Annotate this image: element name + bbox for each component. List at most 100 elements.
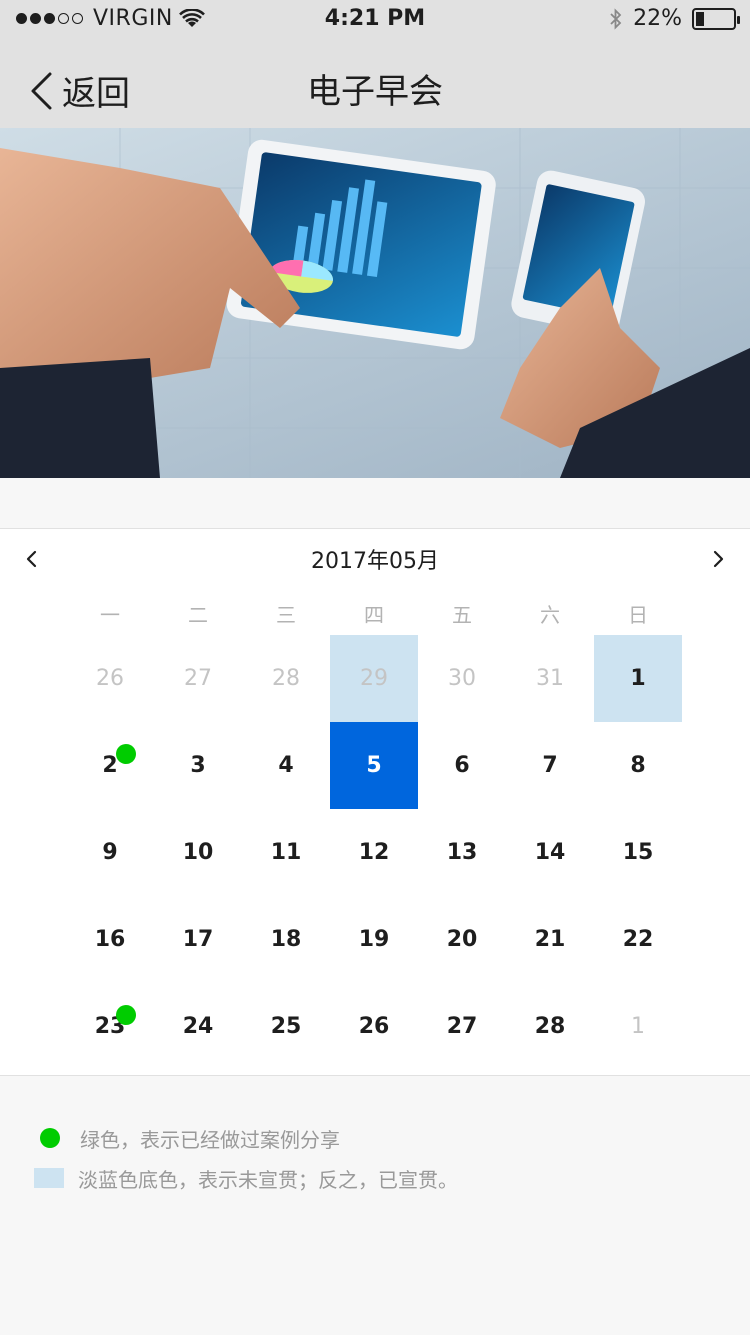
- calendar-day[interactable]: 10: [154, 809, 242, 896]
- calendar-day[interactable]: 18: [242, 896, 330, 983]
- next-month-button[interactable]: [706, 547, 730, 571]
- calendar-day[interactable]: 25: [242, 983, 330, 1070]
- calendar-day-number: 24: [182, 1014, 214, 1039]
- calendar-day[interactable]: 31: [506, 635, 594, 722]
- calendar-day[interactable]: 6: [418, 722, 506, 809]
- calendar-day-number: 28: [534, 1014, 566, 1039]
- light-blue-swatch-icon: [34, 1168, 64, 1188]
- calendar-day-number: 8: [630, 753, 646, 778]
- calendar-day[interactable]: 26: [330, 983, 418, 1070]
- calendar-day-number: 20: [446, 927, 478, 952]
- calendar-day-number: 28: [272, 666, 300, 691]
- calendar-day[interactable]: 8: [594, 722, 682, 809]
- calendar-day-number: 5: [366, 753, 382, 778]
- calendar-day-number: 13: [446, 840, 478, 865]
- calendar-day[interactable]: 22: [594, 896, 682, 983]
- weekday-label: 三: [276, 603, 296, 627]
- calendar-day-number: 31: [536, 666, 564, 691]
- shared-case-dot-icon: [116, 744, 136, 764]
- calendar-day-number: 4: [278, 753, 294, 778]
- calendar-day-number: 11: [270, 840, 302, 865]
- weekday-label: 四: [364, 603, 384, 627]
- calendar-day-number: 6: [454, 753, 470, 778]
- legend-green-text: 绿色，表示已经做过案例分享: [80, 1127, 340, 1152]
- calendar-day[interactable]: 12: [330, 809, 418, 896]
- battery-percent: 22%: [633, 6, 682, 31]
- weekday-label: 二: [188, 603, 208, 627]
- calendar-day-number: 10: [182, 840, 214, 865]
- calendar-day[interactable]: 28: [506, 983, 594, 1070]
- calendar-day-number: 26: [358, 1014, 390, 1039]
- calendar-day-number: 30: [448, 666, 476, 691]
- legend-row-blue: 淡蓝色底色，表示未宣贯；反之，已宣贯。: [34, 1158, 458, 1198]
- calendar-day[interactable]: 1: [594, 635, 682, 722]
- calendar-day[interactable]: 19: [330, 896, 418, 983]
- legend-blue-text: 淡蓝色底色，表示未宣贯；反之，已宣贯。: [78, 1167, 458, 1192]
- calendar-day[interactable]: 30: [418, 635, 506, 722]
- calendar-day-number: 25: [270, 1014, 302, 1039]
- battery-icon: [692, 7, 740, 30]
- calendar-day[interactable]: 14: [506, 809, 594, 896]
- banner-illustration: [0, 128, 750, 478]
- legend-row-green: 绿色，表示已经做过案例分享: [40, 1118, 458, 1158]
- calendar-day-number: 15: [622, 840, 654, 865]
- calendar-day[interactable]: 24: [154, 983, 242, 1070]
- calendar-day-number: 18: [270, 927, 302, 952]
- weekday-label: 一: [100, 603, 120, 627]
- page-title: 电子早会: [307, 72, 443, 112]
- legend: 绿色，表示已经做过案例分享 淡蓝色底色，表示未宣贯；反之，已宣贯。: [34, 1118, 458, 1198]
- calendar-day[interactable]: 7: [506, 722, 594, 809]
- calendar-grid: 26 27 28 29 30 31 1 2 3 4 5 6 7 8 9 10 11 12 13 14 15 16 17 18 1…: [66, 635, 682, 1070]
- weekday-label: 五: [452, 603, 472, 627]
- shared-case-dot-icon: [116, 1005, 136, 1025]
- navigation-bar: 返回 电子早会: [0, 40, 750, 128]
- calendar-month-title: 2017年05月: [311, 549, 439, 574]
- calendar-day-number: 27: [184, 666, 212, 691]
- calendar-day[interactable]: 26: [66, 635, 154, 722]
- weekday-row: 一二三四五六日: [66, 595, 682, 635]
- calendar-day-number: 7: [542, 753, 558, 778]
- weekday-label: 日: [628, 603, 648, 627]
- calendar-header: 2017年05月: [0, 529, 750, 589]
- status-right: 22%: [609, 6, 740, 31]
- bluetooth-icon: [610, 7, 622, 30]
- calendar-day-number: 9: [102, 840, 118, 865]
- calendar-day[interactable]: 21: [506, 896, 594, 983]
- battery-fill: [696, 11, 704, 26]
- calendar-day-number: 21: [534, 927, 566, 952]
- calendar-day[interactable]: 4: [242, 722, 330, 809]
- calendar-day-number: 1: [631, 1014, 645, 1039]
- calendar-day[interactable]: 27: [418, 983, 506, 1070]
- calendar-day-number: 17: [182, 927, 214, 952]
- calendar-day[interactable]: 28: [242, 635, 330, 722]
- calendar-day-number: 1: [630, 666, 646, 691]
- calendar-day[interactable]: 2: [66, 722, 154, 809]
- calendar-day-number: 27: [446, 1014, 478, 1039]
- calendar-day[interactable]: 23: [66, 983, 154, 1070]
- calendar-day-number: 22: [622, 927, 654, 952]
- calendar-day-number: 12: [358, 840, 390, 865]
- calendar-day-number: 16: [94, 927, 126, 952]
- calendar-day-number: 3: [190, 753, 206, 778]
- calendar-day[interactable]: 20: [418, 896, 506, 983]
- calendar-day-number: 29: [360, 666, 388, 691]
- banner-image: [0, 128, 750, 478]
- calendar-day-number: 19: [358, 927, 390, 952]
- calendar-day[interactable]: 9: [66, 809, 154, 896]
- calendar-day[interactable]: 13: [418, 809, 506, 896]
- calendar-day[interactable]: 15: [594, 809, 682, 896]
- calendar-day[interactable]: 11: [242, 809, 330, 896]
- calendar-day[interactable]: 17: [154, 896, 242, 983]
- calendar-day-number: 14: [534, 840, 566, 865]
- status-bar: VIRGIN 4:21 PM 22%: [0, 0, 750, 40]
- calendar-day-number: 26: [96, 666, 124, 691]
- calendar: 2017年05月 一二三四五六日 26 27 28 29 30 31 1 2 3 4 5 6 7 8 9 10…: [0, 528, 750, 1076]
- calendar-day[interactable]: 27: [154, 635, 242, 722]
- weekday-label: 六: [540, 603, 560, 627]
- calendar-day[interactable]: 29: [330, 635, 418, 722]
- calendar-day[interactable]: 16: [66, 896, 154, 983]
- calendar-day[interactable]: 1: [594, 983, 682, 1070]
- green-dot-icon: [40, 1128, 60, 1148]
- calendar-day[interactable]: 3: [154, 722, 242, 809]
- calendar-day-selected[interactable]: 5: [330, 722, 418, 809]
